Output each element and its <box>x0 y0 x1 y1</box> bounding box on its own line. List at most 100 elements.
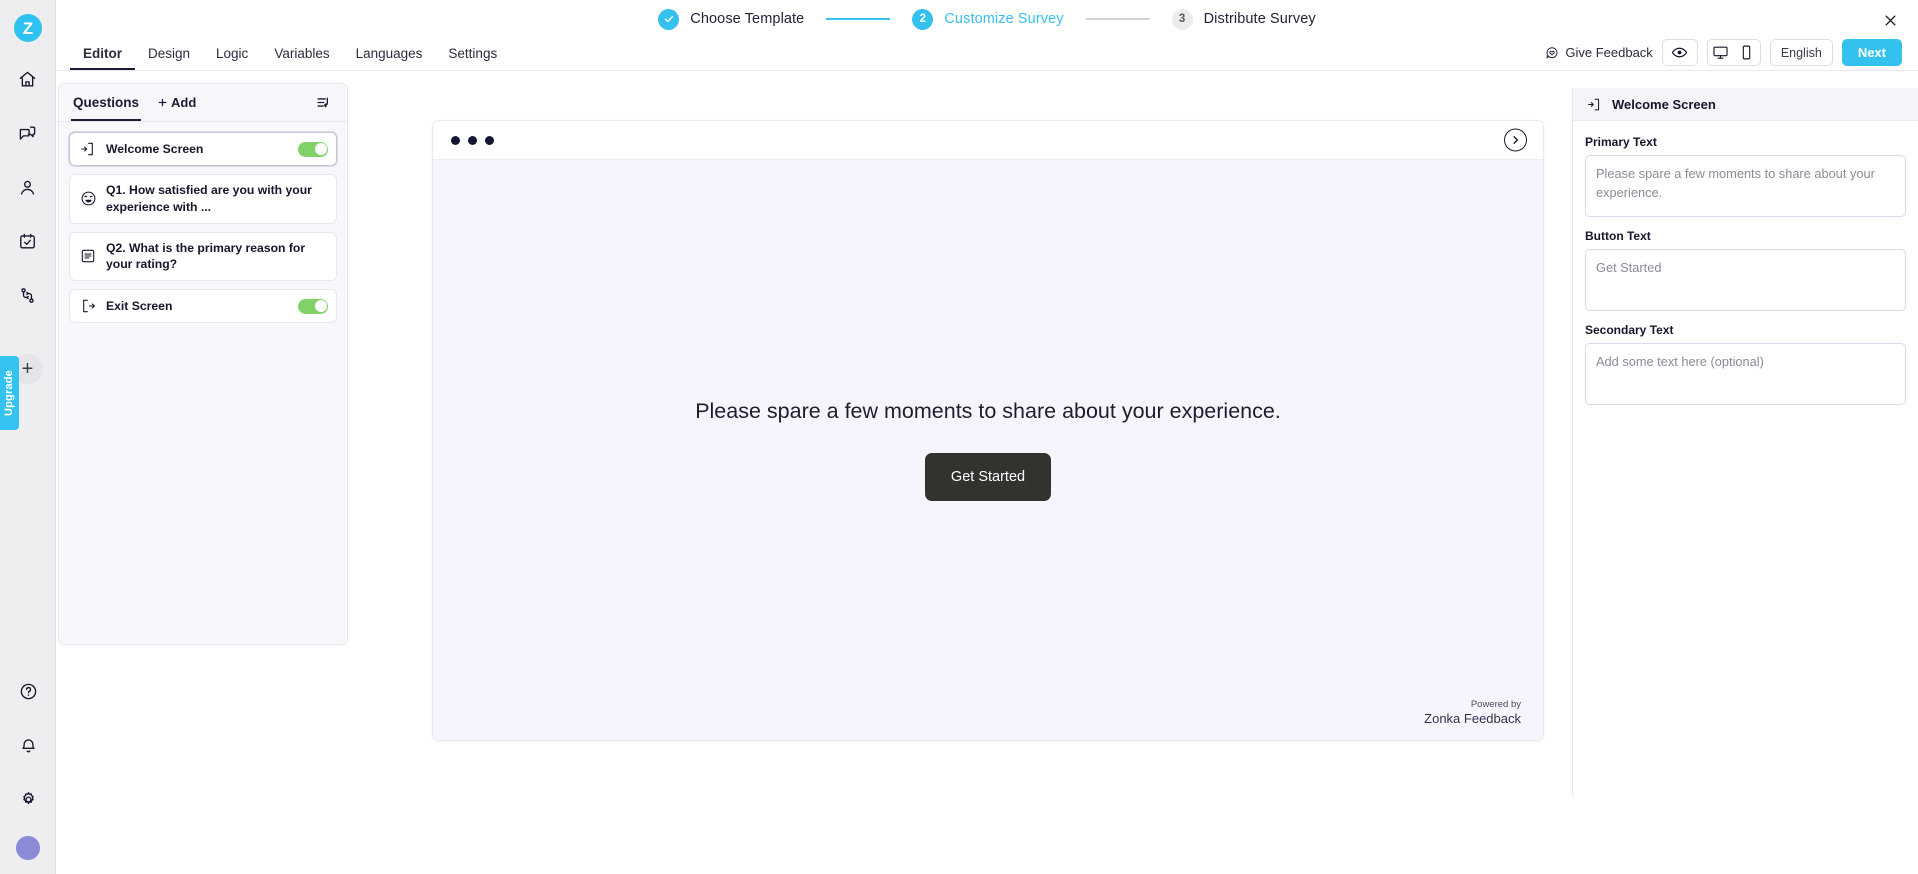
get-started-button[interactable]: Get Started <box>924 453 1052 501</box>
workflows-icon[interactable] <box>11 278 45 312</box>
app-sidebar-rail: Z + Upgrade <box>0 0 56 874</box>
step-choose-template[interactable]: Choose Template <box>658 8 805 30</box>
question-label: Exit Screen <box>106 298 173 313</box>
questions-panel: Questions Add Welcome Screen Q1. How sat… <box>58 83 348 645</box>
tab-languages[interactable]: Languages <box>343 46 436 71</box>
step-2-badge: 2 <box>912 8 934 30</box>
question-label: Welcome Screen <box>106 141 204 156</box>
properties-panel-body: Primary Text Please spare a few moments … <box>1573 121 1918 405</box>
language-selector[interactable]: English <box>1769 39 1833 66</box>
question-label: Q2. What is the primary reason for your … <box>106 240 306 272</box>
exit-screen-toggle[interactable] <box>298 298 328 314</box>
question-label: Q1. How satisfied are you with your expe… <box>106 183 312 214</box>
rail-nav-icons: + <box>11 62 45 384</box>
step-3-label: Distribute Survey <box>1203 11 1316 27</box>
step-1-label: Choose Template <box>690 11 805 27</box>
feedback-icon[interactable] <box>11 116 45 150</box>
app-root: Z + Upgrade Choose Template 2 Customize … <box>0 0 1918 874</box>
reorder-icon[interactable] <box>316 94 333 111</box>
editor-tabbar: Editor Design Logic Variables Languages … <box>56 38 1918 71</box>
wizard-stepper: Choose Template 2 Customize Survey 3 Dis… <box>658 8 1316 30</box>
contacts-icon[interactable] <box>11 170 45 204</box>
mobile-icon[interactable] <box>1734 40 1760 65</box>
editor-tabs: Editor Design Logic Variables Languages … <box>70 37 510 70</box>
tab-variables[interactable]: Variables <box>261 46 342 71</box>
tab-design[interactable]: Design <box>135 46 203 71</box>
give-feedback-button[interactable]: Give Feedback <box>1545 45 1653 60</box>
field-label: Button Text <box>1585 229 1651 243</box>
text-question-icon <box>79 248 97 264</box>
step-2-label: Customize Survey <box>944 11 1064 27</box>
plus-icon <box>157 97 168 108</box>
smiley-rating-icon <box>79 190 97 207</box>
questions-tab[interactable]: Questions <box>70 95 142 121</box>
tab-settings[interactable]: Settings <box>435 46 510 71</box>
field-label: Secondary Text <box>1585 323 1674 337</box>
button-text-input[interactable]: Get Started <box>1585 249 1906 311</box>
window-dot <box>468 135 477 145</box>
preview-window-dots <box>451 135 494 145</box>
upgrade-label: Upgrade <box>3 369 16 417</box>
exit-screen-icon <box>79 298 97 314</box>
close-icon[interactable] <box>1878 8 1902 32</box>
field-primary-text: Primary Text Please spare a few moments … <box>1585 135 1906 217</box>
add-question-button[interactable]: Add <box>157 95 196 110</box>
secondary-text-input[interactable]: Add some text here (optional) <box>1585 343 1906 405</box>
svg-text:Z: Z <box>22 19 32 38</box>
rail-bottom-icons <box>0 674 56 860</box>
properties-panel-title: Welcome Screen <box>1612 96 1716 112</box>
question-row-q2[interactable]: Q2. What is the primary reason for your … <box>69 231 337 282</box>
window-dot <box>485 135 494 145</box>
properties-panel-header: Welcome Screen <box>1573 88 1918 121</box>
step-connector-1 <box>826 18 891 20</box>
questions-panel-header: Questions Add <box>59 84 347 122</box>
upgrade-button[interactable]: Upgrade <box>0 356 19 430</box>
tab-logic[interactable]: Logic <box>203 46 261 71</box>
field-secondary-text: Secondary Text Add some text here (optio… <box>1585 323 1906 405</box>
preview-toggle-group <box>1661 39 1698 66</box>
window-dot <box>451 135 460 145</box>
step-3-badge: 3 <box>1171 8 1193 30</box>
desktop-icon[interactable] <box>1708 40 1734 65</box>
question-row-q1[interactable]: Q1. How satisfied are you with your expe… <box>69 174 337 224</box>
question-row-exit-screen[interactable]: Exit Screen <box>69 289 337 324</box>
preview-next-icon[interactable] <box>1504 128 1527 152</box>
device-toggle-group <box>1706 39 1761 66</box>
preview-toolbar <box>433 121 1543 160</box>
notifications-icon[interactable] <box>11 728 45 762</box>
help-icon[interactable] <box>11 674 45 708</box>
feedback-heart-icon <box>1545 46 1559 60</box>
step-1-badge <box>658 8 680 30</box>
preview-canvas: Please spare a few moments to share abou… <box>433 160 1543 740</box>
next-button[interactable]: Next <box>1841 39 1902 66</box>
give-feedback-label: Give Feedback <box>1565 45 1653 60</box>
avatar[interactable] <box>16 836 40 860</box>
home-icon[interactable] <box>11 62 45 96</box>
properties-panel: Welcome Screen Primary Text Please spare… <box>1572 88 1918 796</box>
add-new-label: + <box>21 358 34 380</box>
step-customize-survey[interactable]: 2 Customize Survey <box>912 8 1064 30</box>
questions-list: Welcome Screen Q1. How satisfied are you… <box>59 122 347 333</box>
welcome-screen-toggle[interactable] <box>298 141 328 157</box>
welcome-screen-icon <box>1587 97 1602 112</box>
zonka-logo[interactable]: Z <box>8 8 48 48</box>
powered-by-line1: Powered by <box>1470 698 1521 710</box>
question-row-welcome-screen[interactable]: Welcome Screen <box>69 132 337 166</box>
eye-icon[interactable] <box>1663 40 1697 65</box>
field-label: Primary Text <box>1585 135 1657 149</box>
survey-preview: Please spare a few moments to share abou… <box>432 120 1544 741</box>
primary-text-input[interactable]: Please spare a few moments to share abou… <box>1585 155 1906 217</box>
step-distribute-survey[interactable]: 3 Distribute Survey <box>1171 8 1316 30</box>
add-question-label: Add <box>171 95 197 110</box>
powered-by-line2: Zonka Feedback <box>1424 711 1521 727</box>
language-value: English <box>1780 45 1822 60</box>
welcome-screen-icon <box>79 141 97 157</box>
step-connector-2 <box>1085 18 1150 20</box>
tasks-icon[interactable] <box>11 224 45 258</box>
editor-toolbar: Give Feedback English Next <box>1545 39 1902 70</box>
tab-editor[interactable]: Editor <box>70 46 135 70</box>
field-button-text: Button Text Get Started <box>1585 229 1906 311</box>
powered-by: Powered by Zonka Feedback <box>1424 699 1521 728</box>
settings-icon[interactable] <box>11 782 45 816</box>
preview-primary-text: Please spare a few moments to share abou… <box>695 399 1281 423</box>
